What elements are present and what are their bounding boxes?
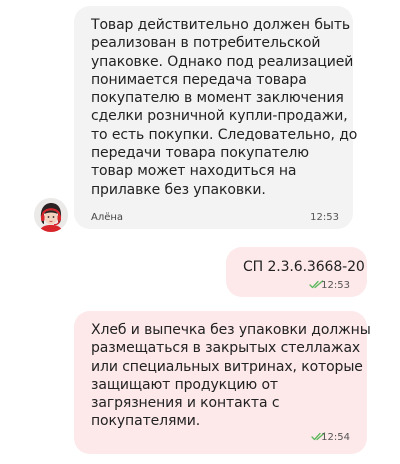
message-time: 12:54 bbox=[321, 432, 350, 443]
message-time: 12:53 bbox=[321, 280, 350, 291]
message-text: Хлеб и выпечка без упаковки должны разме… bbox=[91, 322, 371, 430]
message-time: 12:53 bbox=[310, 212, 339, 223]
sender-name: Алёна bbox=[91, 212, 124, 223]
message-text: Товар действительно должен быть реализов… bbox=[91, 17, 358, 198]
outgoing-message[interactable]: СП 2.3.6.3668-20 12:53 bbox=[226, 247, 367, 297]
avatar-girl-icon bbox=[34, 198, 68, 232]
incoming-message[interactable]: Товар действительно должен быть реализов… bbox=[74, 6, 357, 229]
sender-avatar[interactable] bbox=[34, 198, 68, 232]
message-text: СП 2.3.6.3668-20 bbox=[243, 259, 365, 275]
outgoing-message[interactable]: Хлеб и выпечка без упаковки должны разме… bbox=[74, 311, 371, 454]
